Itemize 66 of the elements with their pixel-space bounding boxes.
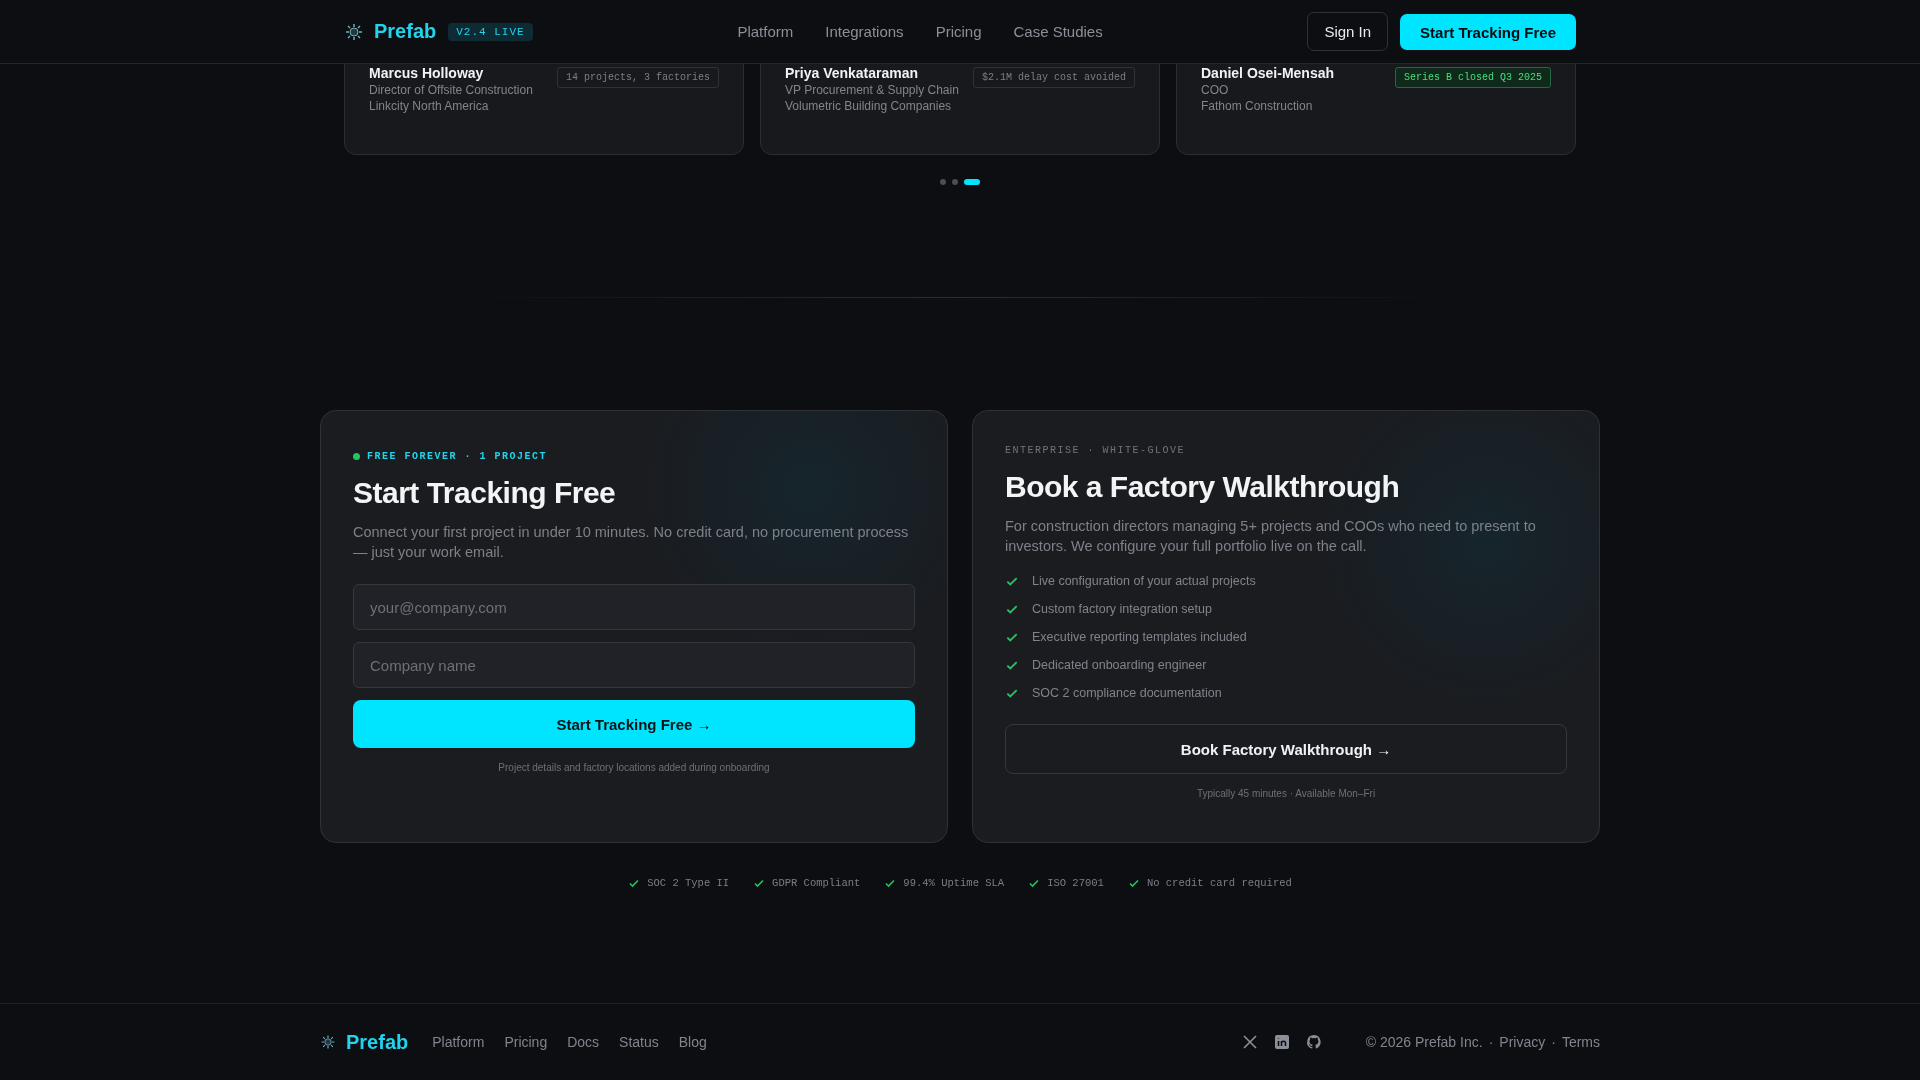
separator-dot: ·: [1488, 1034, 1494, 1050]
separator-dot: ·: [1551, 1034, 1556, 1050]
person-name: Priya Venkataraman: [785, 65, 920, 81]
company-name: Linkcity North America: [369, 99, 490, 113]
plan-tag: ENTERPRISE · WHITE-GLOVE: [1005, 445, 1186, 456]
status-dot: [353, 453, 360, 460]
company-name: Volumetric Building Companies: [785, 99, 953, 113]
metric-tag: Series B closed Q3 2025: [1394, 67, 1551, 88]
nav-link[interactable]: Integrations: [825, 23, 904, 40]
footer-link[interactable]: Docs: [567, 1034, 600, 1050]
feature-text: Executive reporting templates included: [1032, 630, 1247, 644]
company-field[interactable]: Company name: [353, 642, 915, 688]
carousel-dot[interactable]: [940, 179, 946, 185]
trust-label: 99.4% Uptime SLA: [903, 877, 1005, 889]
carousel-dot[interactable]: [952, 179, 958, 185]
footer-link[interactable]: Status: [619, 1034, 659, 1050]
nav-link[interactable]: Case Studies: [1013, 23, 1103, 40]
footer-link[interactable]: Pricing: [504, 1034, 548, 1050]
check-icon: [753, 877, 766, 889]
github-icon[interactable]: [1305, 1034, 1322, 1050]
check-icon: [628, 877, 641, 889]
metric-tag: $2.1M delay cost avoided: [972, 67, 1135, 88]
book-walkthrough-button[interactable]: Book Factory Walkthrough →: [1005, 724, 1567, 774]
person-name: Daniel Osei-Mensah: [1201, 65, 1335, 81]
plan-tag: FREE FOREVER · 1 PROJECT: [367, 451, 548, 462]
email-field[interactable]: your@company.com: [353, 584, 915, 630]
logo-icon: [320, 1034, 336, 1050]
logo-text[interactable]: Prefab: [346, 1030, 409, 1054]
version-badge: V2.4 LIVE: [448, 22, 533, 41]
metric-tag: 14 projects, 3 factories: [556, 67, 719, 88]
nav-link[interactable]: Platform: [737, 23, 794, 40]
plan-description: For construction directors managing 5+ projects and COOs who need to present to investors. We configure your full portfolio live on the call.: [1005, 517, 1537, 556]
check-icon: [884, 877, 897, 889]
trust-label: ISO 27001: [1047, 877, 1104, 889]
logo-text[interactable]: Prefab: [374, 20, 437, 43]
linkedin-icon[interactable]: [1273, 1034, 1290, 1050]
feature-text: Dedicated onboarding engineer: [1032, 658, 1207, 672]
nav-link[interactable]: Pricing: [935, 23, 982, 40]
cta-button[interactable]: Start Tracking Free: [1400, 13, 1576, 50]
plan-note: Typically 45 minutes · Available Mon–Fri: [1195, 788, 1377, 799]
person-name: Marcus Holloway: [369, 65, 485, 81]
privacy-link[interactable]: Privacy: [1499, 1034, 1546, 1050]
person-role: COO: [1201, 83, 1230, 97]
plan-title: Book a Factory Walkthrough: [1005, 470, 1401, 504]
trust-label: No credit card required: [1146, 877, 1292, 889]
person-role: VP Procurement & Supply Chain: [785, 83, 959, 97]
check-icon: [1028, 877, 1041, 889]
logo-icon: [344, 21, 364, 42]
sign-in-button[interactable]: Sign In: [1307, 12, 1389, 51]
plan-title: Start Tracking Free: [353, 476, 617, 510]
terms-link[interactable]: Terms: [1561, 1034, 1600, 1050]
person-role: Director of Offsite Construction: [369, 83, 533, 97]
copyright-text: © 2026 Prefab Inc.: [1365, 1034, 1483, 1050]
footer-link[interactable]: Blog: [678, 1034, 707, 1050]
company-name: Fathom Construction: [1201, 99, 1314, 113]
trust-label: SOC 2 Type II: [647, 877, 730, 889]
check-icon: [1127, 877, 1140, 889]
trust-label: GDPR Compliant: [772, 877, 861, 889]
footer-link[interactable]: Platform: [432, 1034, 485, 1050]
start-tracking-button[interactable]: Start Tracking Free →: [353, 700, 915, 748]
feature-text: SOC 2 compliance documentation: [1032, 686, 1222, 700]
feature-text: Custom factory integration setup: [1032, 602, 1212, 616]
plan-description: Connect your first project in under 10 minutes. No credit card, no procurement process — just your work email.: [353, 523, 910, 562]
plan-note: Project details and factory locations added during onboarding: [497, 762, 771, 773]
feature-text: Live configuration of your actual projects: [1032, 574, 1256, 588]
x-icon[interactable]: [1241, 1034, 1258, 1050]
